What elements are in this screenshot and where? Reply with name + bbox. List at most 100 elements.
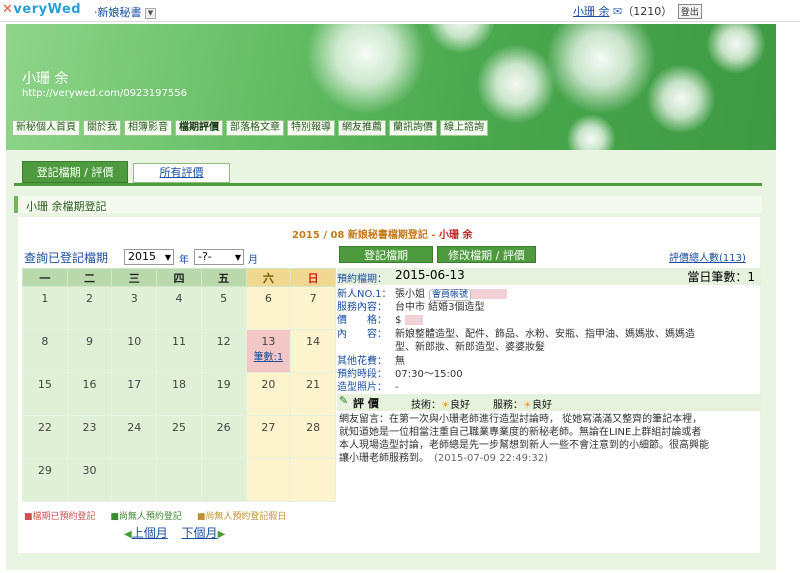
weekday-fri: 五 <box>200 268 247 287</box>
calendar-day[interactable]: 27 <box>245 415 292 459</box>
user-name-link[interactable]: 小珊 余 <box>573 5 610 18</box>
weekday-thu: 四 <box>156 268 202 287</box>
calendar-day[interactable]: 10 <box>111 329 158 373</box>
tab-underline <box>14 183 762 186</box>
calendar-day[interactable]: 28 <box>290 415 336 459</box>
tab-register-review[interactable]: 登記檔期 / 評價 <box>22 161 128 183</box>
nav-schedule-reviews[interactable]: 檔期評價 <box>175 120 223 136</box>
legend-free: ■尚無人預約登記 <box>110 512 182 522</box>
calendar-day[interactable]: 15 <box>22 372 68 416</box>
section-title: 小珊 余檔期登記 <box>26 200 107 213</box>
booking-count-link[interactable]: 筆數:1 <box>247 348 291 363</box>
chevron-down-icon: ▼ <box>234 253 241 262</box>
review-title: 評 價 <box>353 397 379 410</box>
nav-inquiry[interactable]: 蘭訊詢價 <box>389 120 437 136</box>
nav-recommendations[interactable]: 網友推薦 <box>338 120 386 136</box>
nav-home[interactable]: 新秘個人首頁 <box>12 120 80 136</box>
tech-rating: 技術：☀良好 <box>411 400 470 411</box>
booking-date: 2015-06-13 <box>395 268 465 282</box>
page-title: 2015 / 08 新娘秘書檔期登記 - 小珊 余 <box>292 230 473 241</box>
calendar-day[interactable]: 17 <box>111 372 158 416</box>
month-unit: 月 <box>248 255 258 266</box>
legend-booked: ■檔期已預約登記 <box>24 512 96 522</box>
mail-count: （1210） <box>622 5 673 18</box>
weekday-mon: 一 <box>22 268 68 287</box>
calendar-day[interactable]: 8 <box>22 329 68 373</box>
profile-name: 小珊 余 <box>22 71 69 87</box>
month-select[interactable]: -?- ▼ <box>194 249 244 265</box>
calendar-day[interactable]: 7 <box>290 286 336 330</box>
sun-icon: ☀ <box>523 400 532 411</box>
chevron-down-icon: ▼ <box>164 253 171 262</box>
calendar-day[interactable]: 25 <box>156 415 202 459</box>
redacted-text <box>405 315 424 325</box>
query-label: 查詢已登記檔期 <box>24 251 109 265</box>
logout-button[interactable]: 登出 <box>677 4 702 19</box>
calendar-day[interactable]: 22 <box>22 415 68 459</box>
nav-albums[interactable]: 相簿影音 <box>124 120 172 136</box>
calendar-day[interactable]: 14 <box>290 329 336 373</box>
service-rating: 服務：☀良好 <box>493 400 552 411</box>
nav-consult[interactable]: 線上諮詢 <box>440 120 488 136</box>
calendar-day[interactable]: 29 <box>22 458 68 502</box>
pen-icon: ✎ <box>339 394 349 407</box>
detail-row: 型、新郎妝、新郎造型、婆婆妝髮 <box>395 342 545 353</box>
calendar-day[interactable]: 23 <box>66 415 113 459</box>
calendar-day <box>245 458 292 502</box>
review-bar: ✎ 評 價 技術：☀良好 服務：☀良好 <box>337 394 761 411</box>
total-reviews-link[interactable]: 評價總人數(113) <box>669 249 746 264</box>
calendar-day <box>111 458 158 502</box>
calendar-day[interactable]: 6 <box>245 286 292 330</box>
weekday-tue: 二 <box>66 268 113 287</box>
calendar-day[interactable]: 1 <box>22 286 68 330</box>
prev-month-link[interactable]: 上個月 <box>132 526 168 540</box>
weekday-sat: 六 <box>245 268 292 287</box>
nav-about[interactable]: 關於我 <box>83 120 121 136</box>
detail-row: 造型照片： - <box>337 382 399 393</box>
calendar-day[interactable]: 30 <box>66 458 113 502</box>
tab-all-reviews[interactable]: 所有評價 <box>133 163 230 183</box>
calendar-day[interactable]: 20 <box>245 372 292 416</box>
calendar-day[interactable]: 11 <box>156 329 202 373</box>
review-message: 網友留言：在第一次與小珊老師進行造型討論時， 從她寫滿滿又整齊的筆記本裡， 就知… <box>339 414 709 464</box>
next-month-link[interactable]: 下個月 <box>182 526 218 540</box>
legend-free-holiday: ■尚無人預約登記假日 <box>196 512 287 522</box>
nav-blog[interactable]: 部落格文章 <box>226 120 284 136</box>
top-bar: ✕veryWed ·新娘秘書 ▼ 小珊 余 ✉（1210） 登出 <box>0 0 800 22</box>
nav-special-reports[interactable]: 特別報導 <box>287 120 335 136</box>
edit-schedule-button[interactable]: 修改檔期 / 評價 <box>437 246 536 263</box>
section-header: 小珊 余檔期登記 <box>14 196 762 213</box>
arrow-left-icon: ◀ <box>124 529 132 540</box>
detail-row: 價 格： $ <box>337 311 424 326</box>
calendar-day[interactable]: 24 <box>111 415 158 459</box>
verywed-logo[interactable]: ✕veryWed <box>2 2 81 17</box>
chevron-down-icon[interactable]: ▼ <box>145 7 156 19</box>
user-area: 小珊 余 ✉（1210） 登出 <box>573 3 702 19</box>
calendar-week: 1234567 <box>22 286 336 330</box>
calendar-day[interactable]: 18 <box>156 372 202 416</box>
sun-icon: ☀ <box>441 400 450 411</box>
calendar-day[interactable]: 3 <box>111 286 158 330</box>
calendar-day[interactable]: 13 筆數:1 <box>245 329 292 373</box>
calendar-day[interactable]: 4 <box>156 286 202 330</box>
calendar-day[interactable]: 5 <box>200 286 247 330</box>
review-timestamp: (2015-07-09 22:49:32) <box>434 453 549 464</box>
mail-icon[interactable]: ✉ <box>613 5 622 18</box>
calendar-day[interactable]: 2 <box>66 286 113 330</box>
calendar-day <box>156 458 202 502</box>
daily-count: 當日筆數：1 <box>687 270 755 284</box>
year-unit: 年 <box>179 255 189 266</box>
calendar-day[interactable]: 9 <box>66 329 113 373</box>
calendar-week: 22 23 24 25 26 27 28 <box>22 415 336 459</box>
arrow-right-icon: ▶ <box>217 529 226 540</box>
calendar-day[interactable]: 16 <box>66 372 113 416</box>
profile-url[interactable]: http://verywed.com/0923197556 <box>22 88 187 99</box>
register-schedule-button[interactable]: 登記檔期 <box>339 246 433 263</box>
subsite-selector[interactable]: ·新娘秘書 ▼ <box>94 4 156 20</box>
weekday-sun: 日 <box>290 268 336 287</box>
calendar-day[interactable]: 26 <box>200 415 247 459</box>
calendar-day[interactable]: 12 <box>200 329 247 373</box>
calendar-day[interactable]: 21 <box>290 372 336 416</box>
year-select[interactable]: 2015 ▼ <box>124 249 174 265</box>
calendar-day[interactable]: 19 <box>200 372 247 416</box>
